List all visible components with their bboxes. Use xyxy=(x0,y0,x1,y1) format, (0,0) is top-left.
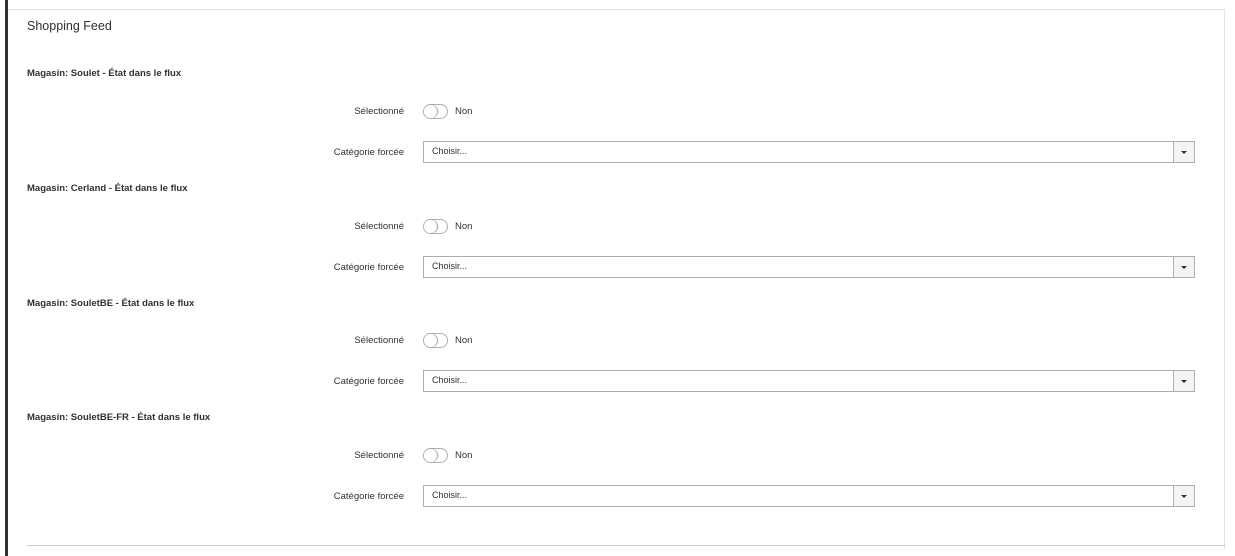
selected-label: Sélectionné xyxy=(354,335,404,346)
section-title: Shopping Feed xyxy=(27,19,112,33)
selected-toggle[interactable] xyxy=(423,333,448,348)
shopping-feed-panel xyxy=(8,9,1225,549)
selected-toggle[interactable] xyxy=(423,448,448,463)
store-heading-soulet-be-fr: Magasin: SouletBE-FR - État dans le flux xyxy=(27,412,211,423)
bottom-divider xyxy=(27,545,1225,546)
category-select[interactable]: Choisir... xyxy=(423,256,1195,278)
selected-toggle[interactable] xyxy=(423,104,448,119)
selected-label: Sélectionné xyxy=(354,450,404,461)
toggle-knob xyxy=(424,105,437,118)
toggle-knob xyxy=(424,449,437,462)
category-select-value: Choisir... xyxy=(432,261,468,271)
category-select-value: Choisir... xyxy=(432,375,468,385)
store-heading-soulet: Magasin: Soulet - État dans le flux xyxy=(27,68,182,79)
category-select[interactable]: Choisir... xyxy=(423,370,1195,392)
selected-value: Non xyxy=(455,335,473,346)
chevron-down-icon[interactable] xyxy=(1173,371,1194,391)
selected-value: Non xyxy=(455,450,473,461)
category-select[interactable]: Choisir... xyxy=(423,141,1195,163)
toggle-knob xyxy=(424,220,437,233)
selected-label: Sélectionné xyxy=(354,106,404,117)
selected-value: Non xyxy=(455,221,473,232)
category-label: Catégorie forcée xyxy=(333,376,404,387)
selected-label: Sélectionné xyxy=(354,221,404,232)
category-label: Catégorie forcée xyxy=(333,147,404,158)
selected-value: Non xyxy=(455,106,473,117)
category-label: Catégorie forcée xyxy=(333,491,404,502)
page: Shopping Feed Magasin: Soulet - État dan… xyxy=(0,0,1235,556)
category-label: Catégorie forcée xyxy=(333,262,404,273)
category-select[interactable]: Choisir... xyxy=(423,485,1195,507)
selected-toggle[interactable] xyxy=(423,219,448,234)
chevron-down-icon[interactable] xyxy=(1173,257,1194,277)
chevron-down-icon[interactable] xyxy=(1173,486,1194,506)
category-select-value: Choisir... xyxy=(432,146,468,156)
toggle-knob xyxy=(424,334,437,347)
category-select-value: Choisir... xyxy=(432,490,468,500)
store-heading-soulet-be: Magasin: SouletBE - État dans le flux xyxy=(27,298,195,309)
chevron-down-icon[interactable] xyxy=(1173,142,1194,162)
store-heading-cerland: Magasin: Cerland - État dans le flux xyxy=(27,183,188,194)
